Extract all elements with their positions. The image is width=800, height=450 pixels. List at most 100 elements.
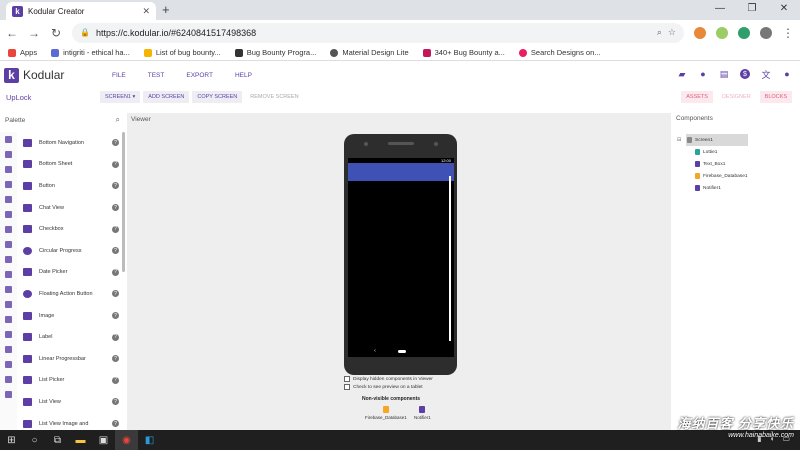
add-screen-button[interactable]: ADD SCREEN [143,91,190,103]
palette-item-date-picker[interactable]: Date Picker? [17,262,123,284]
palette-item-button[interactable]: Button? [17,175,123,197]
nonvisible-notifier[interactable]: Notifier1 [414,406,431,420]
tree-node[interactable]: Notifier1 [695,182,748,194]
library-icon[interactable]: ▤ [719,69,729,79]
forward-icon[interactable]: → [28,26,40,40]
assets-button[interactable]: ASSETS [681,91,713,103]
palette-item-checkbox[interactable]: Checkbox? [17,218,123,240]
menu-test[interactable]: TEST [148,72,165,79]
tree-node[interactable]: Lottie1 [695,146,748,158]
help-icon[interactable]: ? [112,376,119,384]
help-icon[interactable]: ? [112,182,119,190]
collapse-icon[interactable]: ⊟ [677,137,681,143]
search-icon[interactable]: ⌕ [657,27,662,38]
blocks-button[interactable]: BLOCKS [759,91,792,103]
category-icon[interactable] [5,376,12,383]
palette-item-list-view[interactable]: List View? [17,391,123,413]
palette-item-chat-view[interactable]: Chat View? [17,197,123,219]
url-text[interactable]: https://c.kodular.io/#6240841517498368 [96,28,651,38]
app-bar[interactable] [348,163,454,181]
search-icon[interactable]: ⌕ [116,115,120,125]
help-icon[interactable]: ? [112,139,119,147]
category-icon[interactable] [5,226,12,233]
bookmark-star-icon[interactable]: ☆ [668,27,676,38]
category-icon[interactable] [5,271,12,278]
bookmark-item[interactable]: Material Design Lite [330,48,409,57]
phone-screen[interactable]: 12:00 ‹ [348,158,454,357]
windows-start-icon[interactable]: ⊞ [0,430,23,450]
palette-item-bottom-sheet[interactable]: Bottom Sheet? [17,154,123,176]
back-icon[interactable]: ← [6,26,18,40]
bookmark-item[interactable]: List of bug bounty... [143,48,221,57]
help-icon[interactable]: ? [112,160,119,168]
category-icon[interactable] [5,166,12,173]
account-icon[interactable]: ● [782,69,792,79]
browser-tab[interactable]: k Kodular Creator ✕ [6,2,156,20]
store-icon[interactable]: ▣ [92,430,115,450]
palette-item-image[interactable]: Image? [17,305,123,327]
tablet-preview-checkbox[interactable]: Check to see preview on a tablet [344,384,423,390]
palette-item-label[interactable]: Label? [17,326,123,348]
kodular-logo[interactable]: k Kodular [4,67,112,83]
help-icon[interactable]: ? [112,312,119,320]
dollar-icon[interactable]: $ [740,69,750,79]
category-icon[interactable] [5,331,12,338]
search-circle-icon[interactable]: ○ [23,430,46,450]
extension-icon[interactable] [694,26,706,39]
minimize-icon[interactable]: — [704,0,736,20]
bookmark-item[interactable]: intigriti - ethical ha... [51,48,130,57]
new-tab-icon[interactable]: + [162,3,170,17]
restore-icon[interactable]: ❐ [736,0,768,20]
help-icon[interactable]: ? [112,247,119,255]
extension-icon[interactable] [738,26,750,39]
profile-avatar-icon[interactable] [760,26,772,39]
bookmark-item[interactable]: Bug Bounty Progra... [234,48,316,57]
screen-select[interactable]: SCREEN1 ▾ [100,91,141,103]
copy-screen-button[interactable]: COPY SCREEN [192,91,243,103]
help-icon[interactable]: ? [112,398,119,406]
help-icon[interactable]: ? [112,268,119,276]
translate-icon[interactable]: 文 [761,69,771,80]
category-icon[interactable] [5,316,12,323]
bookmark-item[interactable]: Search Designs on... [518,48,601,57]
palette-item-floating-action-button[interactable]: Floating Action Button? [17,283,123,305]
palette-item-circular-progress[interactable]: Circular Progress? [17,240,123,262]
extension-icon[interactable] [716,26,728,39]
palette-scrollbar[interactable] [122,132,125,272]
palette-item-bottom-navigation[interactable]: Bottom Navigation? [17,132,123,154]
category-icon[interactable] [5,136,12,143]
display-hidden-checkbox[interactable]: Display hidden components in Viewer [344,376,433,382]
palette-item-list-view-image[interactable]: List View Image and? [17,413,123,430]
category-icon[interactable] [5,211,12,218]
help-icon[interactable]: ? [112,333,119,341]
tree-node[interactable]: Firebase_Database1 [695,170,748,182]
category-icon[interactable] [5,241,12,248]
nonvisible-firebase[interactable]: Firebase_Database1 [365,406,407,420]
menu-export[interactable]: EXPORT [186,72,213,79]
address-bar[interactable]: 🔒 https://c.kodular.io/#6240841517498368… [72,22,684,43]
category-icon[interactable] [5,361,12,368]
palette-item-list-picker[interactable]: List Picker? [17,370,123,392]
category-icon[interactable] [5,286,12,293]
help-icon[interactable]: ? [112,420,119,428]
help-icon[interactable]: ? [112,355,119,363]
bookmark-item[interactable]: Apps [8,48,37,57]
vscode-icon[interactable]: ◧ [138,430,161,450]
file-explorer-icon[interactable]: ▬ [69,430,92,450]
help-icon[interactable]: ? [112,290,119,298]
category-icon[interactable] [5,196,12,203]
help-icon[interactable]: ? [112,225,119,233]
remove-screen-button[interactable]: REMOVE SCREEN [245,91,303,103]
checkbox-icon[interactable] [344,376,350,382]
category-icon[interactable] [5,301,12,308]
palette-item-linear-progressbar[interactable]: Linear Progressbar? [17,348,123,370]
chrome-icon[interactable]: ◉ [115,430,138,450]
bookmark-item[interactable]: 340+ Bug Bounty a... [422,48,505,57]
category-icon[interactable] [5,346,12,353]
tree-node-screen1[interactable]: Screen1 [686,134,748,146]
category-icon[interactable] [5,256,12,263]
task-view-icon[interactable]: ⧉ [46,430,69,450]
help-icon[interactable]: ? [112,204,119,212]
folder-icon[interactable]: ▰ [677,69,687,79]
category-icon[interactable] [5,151,12,158]
